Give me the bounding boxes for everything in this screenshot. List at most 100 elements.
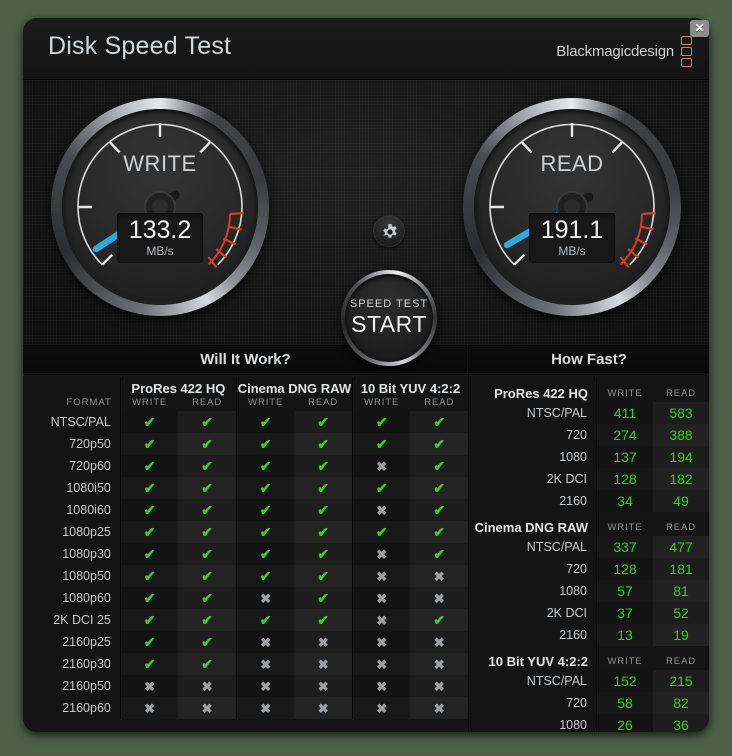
- format-column-header: FORMAT: [66, 397, 112, 408]
- check-icon: ✔: [143, 612, 156, 628]
- table-row: 2K DCI 37 52: [469, 602, 709, 624]
- check-icon: ✔: [375, 524, 388, 540]
- sub-column-header-write: WRITE: [364, 397, 400, 408]
- check-icon: ✔: [317, 458, 330, 474]
- supported-cell: ✔: [236, 543, 295, 565]
- check-icon: ✔: [317, 436, 330, 452]
- check-icon: ✔: [143, 568, 156, 584]
- resolution-label: 720: [566, 428, 587, 442]
- write-speed-value: 128: [597, 468, 653, 490]
- supported-cell: ✔: [294, 565, 352, 587]
- check-icon: ✔: [317, 414, 330, 430]
- check-icon: ✔: [143, 480, 156, 496]
- cross-icon: ✖: [260, 700, 272, 716]
- resolution-label: 1080: [559, 718, 587, 732]
- window-titlebar: Disk Speed Test Blackmagicdesign: [23, 18, 709, 80]
- unsupported-cell: ✖: [410, 697, 468, 719]
- read-gauge-dial: [489, 123, 657, 269]
- table-row: 1080p30 ✔ ✔ ✔ ✔ ✖ ✔: [23, 543, 468, 565]
- supported-cell: ✔: [178, 609, 236, 631]
- supported-cell: ✔: [294, 477, 352, 499]
- read-speed-value: 52: [653, 602, 709, 624]
- gauge-panel: WRITE 133.2 MB/s READ 191.1 MB/s SPEED T…: [23, 80, 709, 366]
- format-label: 1080i60: [66, 503, 111, 517]
- check-icon: ✔: [317, 590, 330, 606]
- table-row: 1080p50 ✔ ✔ ✔ ✔ ✖ ✖: [23, 565, 468, 587]
- will-it-work-body: NTSC/PAL ✔ ✔ ✔ ✔ ✔ ✔ 720p50 ✔ ✔ ✔ ✔ ✔ ✔ 720p60 ✔ ✔ ✔ ✔ ✖ ✔ 10…: [23, 411, 468, 719]
- unsupported-cell: ✖: [120, 697, 179, 719]
- settings-button[interactable]: [373, 215, 405, 247]
- write-speed-value: 152: [597, 670, 653, 692]
- unsupported-cell: ✖: [236, 697, 295, 719]
- codec-group-header: Cinema DNG RAW: [237, 381, 352, 396]
- check-icon: ✔: [201, 612, 213, 628]
- unsupported-cell: ✖: [236, 587, 295, 609]
- sub-column-header-write: WRITE: [248, 397, 284, 408]
- codec-group-header: Cinema DNG RAW: [474, 520, 588, 535]
- read-readout: 191.1 MB/s: [529, 213, 615, 264]
- speed-test-start-button[interactable]: SPEED TEST START: [341, 270, 437, 366]
- resolution-label: 2K DCI: [546, 606, 587, 620]
- cross-icon: ✖: [433, 568, 445, 584]
- cross-icon: ✖: [260, 590, 272, 606]
- unsupported-cell: ✖: [178, 675, 236, 697]
- supported-cell: ✔: [294, 499, 352, 521]
- resolution-label: 2K DCI: [546, 472, 587, 486]
- supported-cell: ✔: [120, 411, 179, 433]
- supported-cell: ✔: [178, 521, 236, 543]
- brand-logo: Blackmagicdesign: [556, 36, 692, 67]
- sub-column-header-read: READ: [424, 397, 455, 408]
- check-icon: ✔: [433, 546, 446, 562]
- read-speed-value: 583: [653, 402, 709, 424]
- check-icon: ✔: [143, 524, 156, 540]
- how-fast-panel: How Fast? ProRes 422 HQ WRITE READ NTSC/PAL…: [469, 346, 709, 732]
- format-label: 1080p50: [62, 569, 111, 583]
- close-icon[interactable]: ✕: [690, 20, 709, 37]
- check-icon: ✔: [317, 524, 330, 540]
- check-icon: ✔: [143, 590, 156, 606]
- format-label: 720p60: [69, 459, 111, 473]
- table-row: 1080p25 ✔ ✔ ✔ ✔ ✔ ✔: [23, 521, 468, 543]
- cross-icon: ✖: [433, 656, 445, 672]
- read-speed-value: 182: [653, 468, 709, 490]
- format-label: 2160p25: [62, 635, 111, 649]
- read-speed-value: 81: [653, 580, 709, 602]
- supported-cell: ✔: [410, 499, 468, 521]
- check-icon: ✔: [259, 524, 272, 540]
- table-row: 2160p30 ✔ ✔ ✖ ✖ ✖ ✖: [23, 653, 468, 675]
- check-icon: ✔: [317, 502, 330, 518]
- supported-cell: ✔: [178, 543, 236, 565]
- supported-cell: ✔: [178, 587, 236, 609]
- cross-icon: ✖: [376, 502, 388, 518]
- table-row: 2K DCI 128 182: [469, 468, 709, 490]
- write-readout: 133.2 MB/s: [117, 213, 203, 264]
- check-icon: ✔: [201, 524, 213, 540]
- resolution-label: 1080: [559, 450, 587, 464]
- supported-cell: ✔: [120, 477, 179, 499]
- codec-group-header: 10 Bit YUV 4:2:2: [360, 381, 461, 396]
- table-row: 1080p60 ✔ ✔ ✖ ✔ ✖ ✖: [23, 587, 468, 609]
- table-row: 720 128 181: [469, 558, 709, 580]
- supported-cell: ✔: [178, 565, 236, 587]
- sub-column-header-write: WRITE: [132, 397, 168, 408]
- page-title: Disk Speed Test: [48, 32, 232, 60]
- read-gauge: READ 191.1 MB/s: [463, 98, 681, 316]
- cross-icon: ✖: [144, 700, 156, 716]
- table-row: 1080 137 194: [469, 446, 709, 468]
- write-gauge-dial: [77, 123, 245, 269]
- write-speed-value: 128: [597, 558, 653, 580]
- write-speed-value: 337: [597, 536, 653, 558]
- start-button-label: START: [351, 311, 427, 337]
- supported-cell: ✔: [236, 499, 295, 521]
- table-row: 1080 57 81: [469, 580, 709, 602]
- supported-cell: ✔: [410, 521, 468, 543]
- format-label: 1080p60: [62, 591, 111, 605]
- supported-cell: ✔: [236, 565, 295, 587]
- format-label: NTSC/PAL: [50, 415, 111, 429]
- supported-cell: ✔: [120, 565, 179, 587]
- check-icon: ✔: [201, 656, 213, 672]
- supported-cell: ✔: [410, 433, 468, 455]
- check-icon: ✔: [375, 436, 388, 452]
- check-icon: ✔: [375, 414, 388, 430]
- check-icon: ✔: [201, 568, 213, 584]
